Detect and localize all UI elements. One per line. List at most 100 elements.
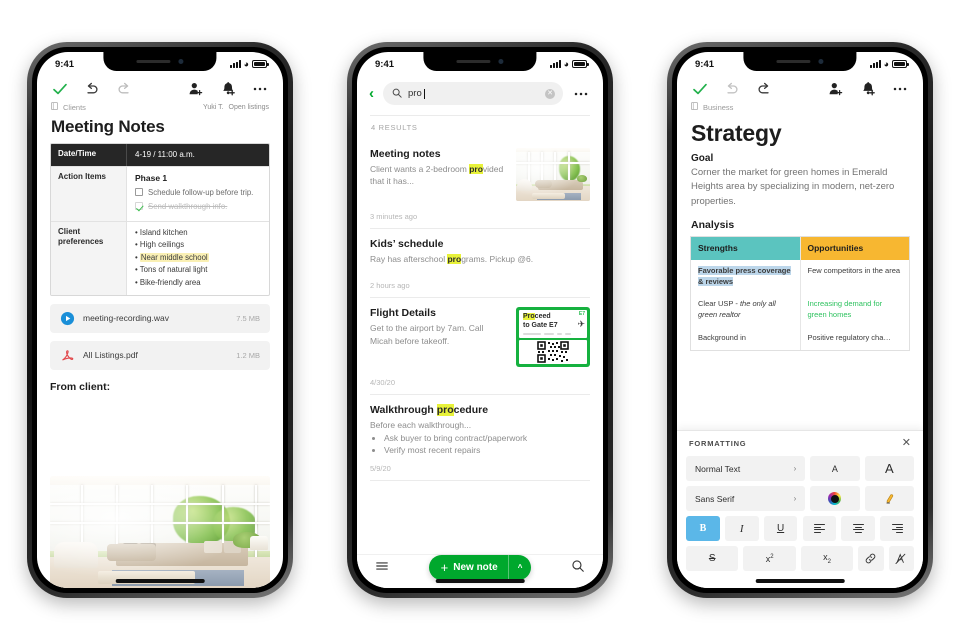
checkbox-checked-icon[interactable] — [135, 202, 143, 211]
formatting-row-4: S x2 x2 — [686, 546, 914, 571]
result-title: Walkthrough procedure — [370, 404, 590, 417]
superscript-button[interactable]: x2 — [743, 546, 796, 571]
analysis-heading: Analysis — [691, 219, 735, 232]
result-timestamp: 2 hours ago — [370, 281, 410, 291]
insert-link-button[interactable] — [858, 546, 884, 571]
phone-2-search: 9:41 ◕ ‹ pro ✕ 4 RESULTS Meeting notes C… — [347, 42, 613, 598]
list-item-highlighted: • Near middle school — [135, 252, 209, 262]
page-title[interactable]: Meeting Notes — [37, 112, 283, 143]
subscript-button[interactable]: x2 — [800, 546, 854, 571]
redo-icon[interactable] — [755, 80, 773, 98]
clear-formatting-button[interactable] — [888, 546, 914, 571]
chevron-up-icon[interactable]: ^ — [507, 555, 532, 580]
italic-button[interactable]: I — [724, 516, 759, 541]
home-indicator[interactable] — [755, 579, 845, 583]
qr-code-icon — [537, 341, 569, 363]
goal-text[interactable]: Corner the market for green homes in Eme… — [677, 166, 923, 209]
align-left-button[interactable] — [802, 516, 837, 541]
attachment-audio[interactable]: meeting-recording.wav 7.5 MB — [50, 303, 270, 333]
boarding-pass-line2: to Gate E7 — [523, 322, 558, 330]
alignment-group — [802, 516, 915, 541]
underline-button[interactable]: U — [763, 516, 798, 541]
result-snippet: Ray has afterschool programs. Pickup @6. — [370, 253, 590, 265]
done-check-icon[interactable] — [51, 80, 69, 98]
result-thumbnail[interactable] — [516, 148, 590, 201]
tag-author[interactable]: Yuki T. — [203, 104, 224, 111]
list-item[interactable]: Meeting notes Client wants a 2-bedroom p… — [357, 139, 603, 206]
more-options-icon[interactable] — [572, 85, 590, 103]
breadcrumb-notebook-label[interactable]: Clients — [63, 103, 86, 112]
cellular-signal-icon — [869, 60, 881, 68]
pref-text: Near middle school — [139, 252, 209, 262]
align-right-button[interactable] — [880, 516, 914, 541]
clear-search-icon[interactable]: ✕ — [545, 88, 555, 99]
highlight-button[interactable] — [864, 486, 914, 511]
phone-2-bezel: 9:41 ◕ ‹ pro ✕ 4 RESULTS Meeting notes C… — [352, 47, 608, 593]
font-family-selector[interactable]: Sans Serif › — [686, 486, 806, 511]
undo-icon[interactable] — [83, 80, 101, 98]
list-item[interactable]: Flight Details Get to the airport by 7am… — [357, 298, 603, 372]
list-item: • Island kitchen — [135, 227, 188, 237]
checklist-item[interactable]: Schedule follow-up before trip. — [135, 187, 261, 198]
text-color-button[interactable] — [810, 486, 860, 511]
more-options-icon[interactable] — [251, 80, 269, 98]
result-timestamp: 3 minutes ago — [370, 212, 418, 221]
cell-value-datetime[interactable]: 4-19 / 11:00 a.m. — [127, 144, 269, 166]
italic-icon: I — [739, 522, 744, 535]
title-post: cedure — [453, 404, 489, 417]
add-person-icon[interactable] — [187, 80, 205, 98]
align-left-icon — [813, 522, 825, 535]
page-title[interactable]: Strategy — [677, 112, 923, 151]
cell-strength-1[interactable]: Favorable press coverage & reviews — [691, 259, 801, 294]
done-check-icon[interactable] — [691, 80, 709, 98]
list-item[interactable]: Walkthrough procedure Before each walkth… — [357, 395, 603, 462]
cell-strength-3[interactable]: Background in — [691, 327, 801, 350]
increase-font-size-button[interactable]: A — [864, 456, 914, 481]
attachment-pdf[interactable]: All Listings.pdf 1.2 MB — [50, 340, 270, 370]
chevron-right-icon: › — [793, 494, 797, 503]
redo-icon[interactable] — [115, 80, 133, 98]
checkbox-unchecked-icon[interactable] — [135, 187, 143, 196]
title-match: pro — [436, 404, 454, 417]
boarding-pass-gate-code: E7 — [578, 311, 585, 318]
checklist-item[interactable]: Send walkthrough info. — [135, 201, 261, 212]
notebook-icon — [691, 102, 698, 112]
strikethrough-button[interactable]: S — [686, 546, 739, 571]
decrease-font-size-button[interactable]: A — [810, 456, 860, 481]
cell-opportunity-3[interactable]: Positive regulatory cha… — [801, 327, 910, 350]
cell-strength-2[interactable]: Clear USP - the only all green realtor — [691, 293, 801, 328]
checklist-label: Send walkthrough info. — [148, 202, 228, 212]
breadcrumb-notebook-label[interactable]: Business — [703, 103, 733, 112]
cell-value-action-items: Phase 1 Schedule follow-up before trip. … — [127, 167, 269, 221]
search-value: pro — [408, 88, 422, 99]
align-center-button[interactable] — [841, 516, 876, 541]
add-reminder-icon[interactable] — [219, 80, 237, 98]
client-photo[interactable] — [50, 476, 270, 588]
subscript-icon: x2 — [823, 552, 831, 565]
column-header-opportunities: Opportunities — [800, 237, 909, 260]
cell-opportunity-1[interactable]: Few competitors in the area — [801, 260, 910, 294]
phone-2-screen: 9:41 ◕ ‹ pro ✕ 4 RESULTS Meeting notes C… — [357, 52, 603, 588]
close-icon[interactable]: ✕ — [902, 438, 911, 449]
cellular-signal-icon — [549, 60, 561, 68]
cell-label-action-items: Action Items — [51, 166, 127, 221]
tag-listing[interactable]: Open listings — [229, 104, 269, 111]
new-note-button[interactable]: + New note ^ — [428, 555, 532, 580]
home-indicator[interactable] — [435, 579, 525, 583]
search-input[interactable]: pro ✕ — [383, 82, 563, 105]
align-right-icon — [891, 522, 903, 535]
list-item[interactable]: Kids’ schedule Ray has afterschool progr… — [357, 229, 603, 270]
pref-text: Bike-friendly area — [139, 278, 201, 287]
cell-opportunity-2[interactable]: Increasing demand for green homes — [801, 293, 910, 327]
boarding-pass-attachment[interactable]: E7 Proceed to Gate E7 ✈ — [516, 307, 590, 368]
snippet-match: pro — [447, 254, 462, 264]
home-indicator[interactable] — [115, 579, 205, 583]
text-style-selector[interactable]: Normal Text › — [686, 456, 806, 481]
add-reminder-icon[interactable] — [859, 80, 877, 98]
result-title: Meeting notes — [370, 148, 441, 160]
back-chevron-icon[interactable]: ‹ — [369, 86, 374, 101]
more-options-icon[interactable] — [891, 80, 909, 98]
undo-icon[interactable] — [723, 80, 741, 98]
bold-button[interactable]: B — [686, 516, 720, 541]
add-person-icon[interactable] — [827, 80, 845, 98]
